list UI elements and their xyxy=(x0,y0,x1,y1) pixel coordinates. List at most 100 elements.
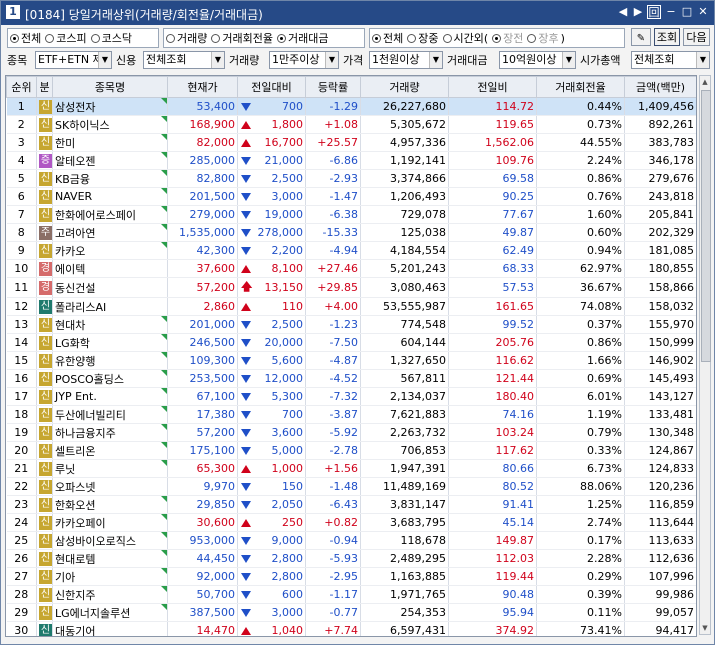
sort-turnover-radio[interactable]: 거래회전율 xyxy=(211,30,273,46)
name-cell[interactable]: 카카오페이 xyxy=(52,513,168,532)
table-row[interactable]: 20 신 셀트리온 175,100 5,000 -2.78 706,853 117.62 0.3… xyxy=(6,441,696,460)
name-cell[interactable]: 한미 xyxy=(52,133,168,152)
session-afterhours-radio[interactable]: 시간외( xyxy=(442,30,488,46)
col-header-volume[interactable]: 거래량 xyxy=(360,76,449,98)
session-premarket-radio[interactable]: 장전 xyxy=(492,30,523,46)
name-cell[interactable]: JYP Ent. xyxy=(52,387,168,406)
col-header-amount[interactable]: 금액(백만) xyxy=(624,76,696,98)
name-cell[interactable]: 카카오 xyxy=(52,241,168,260)
table-row[interactable]: 9 신 카카오 42,300 2,200 -4.94 4,184,554 62.49 0.94%… xyxy=(6,241,696,260)
table-row[interactable]: 23 신 한화오션 29,850 2,050 -6.43 3,831,147 91.41 1.2… xyxy=(6,495,696,514)
next-button[interactable]: 다음 xyxy=(683,28,710,46)
volume-select[interactable]: 1만주이상 ▼ xyxy=(269,51,339,69)
name-cell[interactable]: 폴라리스AI xyxy=(52,297,168,316)
market-kosdaq-radio[interactable]: 코스닥 xyxy=(90,30,132,46)
name-cell[interactable]: SK하이닉스 xyxy=(52,115,168,134)
settings-pin-button[interactable]: ✎ xyxy=(631,28,651,46)
name-cell[interactable]: 하나금융지주 xyxy=(52,423,168,442)
name-cell[interactable]: 알테오젠 xyxy=(52,151,168,170)
table-row[interactable]: 2 신 SK하이닉스 168,900 1,800 +1.08 5,305,672 119.65… xyxy=(6,115,696,134)
minimize-icon[interactable]: − xyxy=(665,5,677,19)
close-icon[interactable]: ✕ xyxy=(697,5,709,19)
table-row[interactable]: 19 신 하나금융지주 57,200 3,600 -5.92 2,263,732 103.24… xyxy=(6,423,696,442)
col-header-rank[interactable]: 순위 xyxy=(6,76,37,98)
price-select[interactable]: 1천원이상 ▼ xyxy=(369,51,443,69)
table-row[interactable]: 8 주 고려아연 1,535,000 278,000 -15.33 125,038 49.87… xyxy=(6,223,696,242)
col-header-price[interactable]: 현재가 xyxy=(167,76,238,98)
table-row[interactable]: 24 신 카카오페이 30,600 250 +0.82 3,683,795 45.14 2.74… xyxy=(6,513,696,532)
credit-select[interactable]: 전체조회 ▼ xyxy=(143,51,225,69)
col-header-rate[interactable]: 등락률 xyxy=(305,76,361,98)
name-cell[interactable]: 두산에너빌리티 xyxy=(52,405,168,424)
name-cell[interactable]: 루닛 xyxy=(52,459,168,478)
session-regular-radio[interactable]: 장중 xyxy=(407,30,439,46)
name-cell[interactable]: 유한양행 xyxy=(52,351,168,370)
table-row[interactable]: 18 신 두산에너빌리티 17,380 700 -3.87 7,621,883 74.16 1.… xyxy=(6,405,696,424)
table-row[interactable]: 13 신 현대차 201,000 2,500 -1.23 774,548 99.52 0.37%… xyxy=(6,315,696,334)
table-row[interactable]: 11 경 동신건설 57,200 🡅 13,150 +29.85 3,080,463 57.53… xyxy=(6,277,696,298)
col-header-type[interactable]: 분 xyxy=(36,76,53,98)
table-row[interactable]: 12 신 폴라리스AI 2,860 110 +4.00 53,555,987 161.65 74… xyxy=(6,297,696,316)
table-row[interactable]: 7 신 한화에어로스페이 279,000 19,000 -6.38 729,078 77.67… xyxy=(6,205,696,224)
name-cell[interactable]: LG에너지솔루션 xyxy=(52,603,168,622)
table-row[interactable]: 21 신 루닛 65,300 1,000 +1.56 1,947,391 80.66 6.73%… xyxy=(6,459,696,478)
col-header-change[interactable]: 전일대비 xyxy=(237,76,306,98)
name-cell[interactable]: 삼성전자 xyxy=(52,97,168,116)
sort-volume-radio[interactable]: 거래량 xyxy=(166,30,207,46)
table-row[interactable]: 22 신 오파스넷 9,970 150 -1.48 11,489,169 80.52 88.06… xyxy=(6,477,696,496)
session-all-radio[interactable]: 전체 xyxy=(372,30,403,46)
table-row[interactable]: 3 신 한미 82,000 16,700 +25.57 4,957,336 1,562.06 4… xyxy=(6,133,696,152)
name-cell[interactable]: 에이텍 xyxy=(52,259,168,278)
table-row[interactable]: 6 신 NAVER 201,500 3,000 -1.47 1,206,493 90.25 0.… xyxy=(6,187,696,206)
scroll-up-icon[interactable]: ▲ xyxy=(700,76,710,88)
name-cell[interactable]: 한화오션 xyxy=(52,495,168,514)
table-row[interactable]: 28 신 신한지주 50,700 600 -1.17 1,971,765 90.48 0.39%… xyxy=(6,585,696,604)
name-cell[interactable]: LG화학 xyxy=(52,333,168,352)
name-cell[interactable]: 고려아연 xyxy=(52,223,168,242)
col-header-prev-ratio[interactable]: 전일비 xyxy=(448,76,537,98)
name-cell[interactable]: 동신건설 xyxy=(52,277,168,298)
table-row[interactable]: 26 신 현대로템 44,450 2,800 -5.93 2,489,295 112.03 2.… xyxy=(6,549,696,568)
name-cell[interactable]: KB금융 xyxy=(52,169,168,188)
name-cell[interactable]: 셀트리온 xyxy=(52,441,168,460)
name-cell[interactable]: 현대차 xyxy=(52,315,168,334)
amount-select[interactable]: 10억원이상 ▼ xyxy=(499,51,576,69)
name-cell[interactable]: 대동기어 xyxy=(52,621,168,636)
name-cell[interactable]: NAVER xyxy=(52,187,168,206)
maximize-icon[interactable]: □ xyxy=(681,5,693,19)
next-window-icon[interactable]: ▶ xyxy=(632,5,644,19)
table-row[interactable]: 10 경 에이텍 37,600 8,100 +27.46 5,201,243 68.33 62.… xyxy=(6,259,696,278)
name-cell[interactable]: 현대로템 xyxy=(52,549,168,568)
name-cell[interactable]: POSCO홀딩스 xyxy=(52,369,168,388)
table-row[interactable]: 27 신 기아 92,000 2,800 -2.95 1,163,885 119.44 0.29… xyxy=(6,567,696,586)
name-cell[interactable]: 한화에어로스페이 xyxy=(52,205,168,224)
mcap-select[interactable]: 전체조회 ▼ xyxy=(631,51,710,69)
col-header-name[interactable]: 종목명 xyxy=(52,76,168,98)
name-cell[interactable]: 삼성바이오로직스 xyxy=(52,531,168,550)
name-cell[interactable]: 기아 xyxy=(52,567,168,586)
vertical-scrollbar[interactable]: ▲ ▼ xyxy=(699,75,711,635)
scroll-thumb[interactable] xyxy=(701,90,711,362)
prev-window-icon[interactable]: ◀ xyxy=(617,5,629,19)
table-row[interactable]: 5 신 KB금융 82,800 2,500 -2.93 3,374,866 69.58 0.86… xyxy=(6,169,696,188)
sort-amount-radio[interactable]: 거래대금 xyxy=(276,30,328,46)
table-row[interactable]: 14 신 LG화학 246,500 20,000 -7.50 604,144 205.76 0.… xyxy=(6,333,696,352)
market-kospi-radio[interactable]: 코스피 xyxy=(45,30,87,46)
table-row[interactable]: 15 신 유한양행 109,300 5,600 -4.87 1,327,650 116.62 1… xyxy=(6,351,696,370)
scroll-down-icon[interactable]: ▼ xyxy=(700,622,710,634)
table-row[interactable]: 4 증 알테오젠 285,000 21,000 -6.86 1,192,141 109.76 2… xyxy=(6,151,696,170)
table-row[interactable]: 25 신 삼성바이오로직스 953,000 9,000 -0.94 118,678 149.8… xyxy=(6,531,696,550)
query-button[interactable]: 조회 xyxy=(654,28,680,46)
name-cell[interactable]: 신한지주 xyxy=(52,585,168,604)
table-row[interactable]: 1 신 삼성전자 53,400 700 -1.29 26,227,680 114.72 0.44… xyxy=(6,97,696,116)
table-row[interactable]: 30 신 대동기어 14,470 1,040 +7.74 6,597,431 374.92 73… xyxy=(6,621,696,636)
table-row[interactable]: 17 신 JYP Ent. 67,100 5,300 -7.32 2,134,037 180.… xyxy=(6,387,696,406)
table-row[interactable]: 29 신 LG에너지솔루션 387,500 3,000 -0.77 254,353 95.94… xyxy=(6,603,696,622)
market-all-radio[interactable]: 전체 xyxy=(10,30,41,46)
table-row[interactable]: 16 신 POSCO홀딩스 253,500 12,000 -4.52 567,811 121.… xyxy=(6,369,696,388)
restore-layout-icon[interactable]: 回 xyxy=(647,5,661,19)
item-select[interactable]: ETF+ETN 제 ▼ xyxy=(35,51,112,69)
name-cell[interactable]: 오파스넷 xyxy=(52,477,168,496)
session-postmarket-radio[interactable]: 장후) xyxy=(527,30,565,46)
col-header-turnover[interactable]: 거래회전율 xyxy=(536,76,625,98)
